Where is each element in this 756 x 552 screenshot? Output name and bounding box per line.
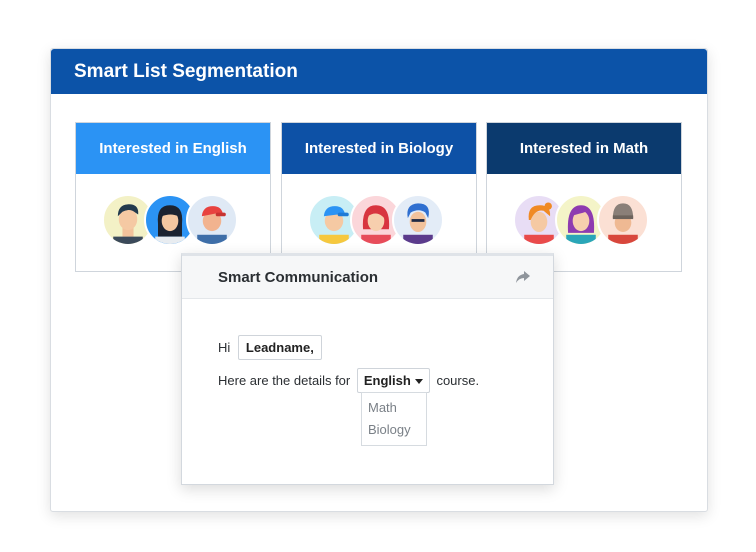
person-icon xyxy=(403,203,433,244)
share-icon[interactable] xyxy=(515,270,531,284)
segment-card-biology[interactable]: Interested in Biology xyxy=(281,122,477,272)
details-line: Here are the details for English course. xyxy=(218,368,479,393)
communication-header: Smart Communication xyxy=(182,256,553,299)
course-select-value: English xyxy=(363,373,411,388)
avatar xyxy=(597,194,649,246)
avatar xyxy=(186,194,238,246)
smart-communication-card: Smart Communication Hi Leadname, Here ar… xyxy=(181,253,554,485)
avatar xyxy=(392,194,444,246)
course-dropdown: Math Biology xyxy=(361,392,427,446)
segment-card-math[interactable]: Interested in Math xyxy=(486,122,682,272)
course-option-biology[interactable]: Biology xyxy=(362,419,426,441)
greeting-line: Hi Leadname, xyxy=(218,335,322,360)
person-icon xyxy=(608,203,638,244)
details-suffix: course. xyxy=(436,373,480,388)
caret-down-icon xyxy=(414,379,423,385)
details-prefix: Here are the details for xyxy=(218,373,351,388)
greeting-text: Hi xyxy=(218,340,231,355)
segment-header-english: Interested in English xyxy=(76,123,270,174)
segment-header-biology: Interested in Biology xyxy=(282,123,476,174)
panel-title: Smart List Segmentation xyxy=(51,49,707,94)
segment-card-english[interactable]: Interested in English xyxy=(75,122,271,272)
course-select[interactable]: English xyxy=(356,368,430,393)
segment-header-math: Interested in Math xyxy=(487,123,681,174)
leadname-token[interactable]: Leadname, xyxy=(237,335,322,360)
course-option-math[interactable]: Math xyxy=(362,397,426,419)
communication-title: Smart Communication xyxy=(218,269,379,286)
person-icon xyxy=(197,206,227,244)
